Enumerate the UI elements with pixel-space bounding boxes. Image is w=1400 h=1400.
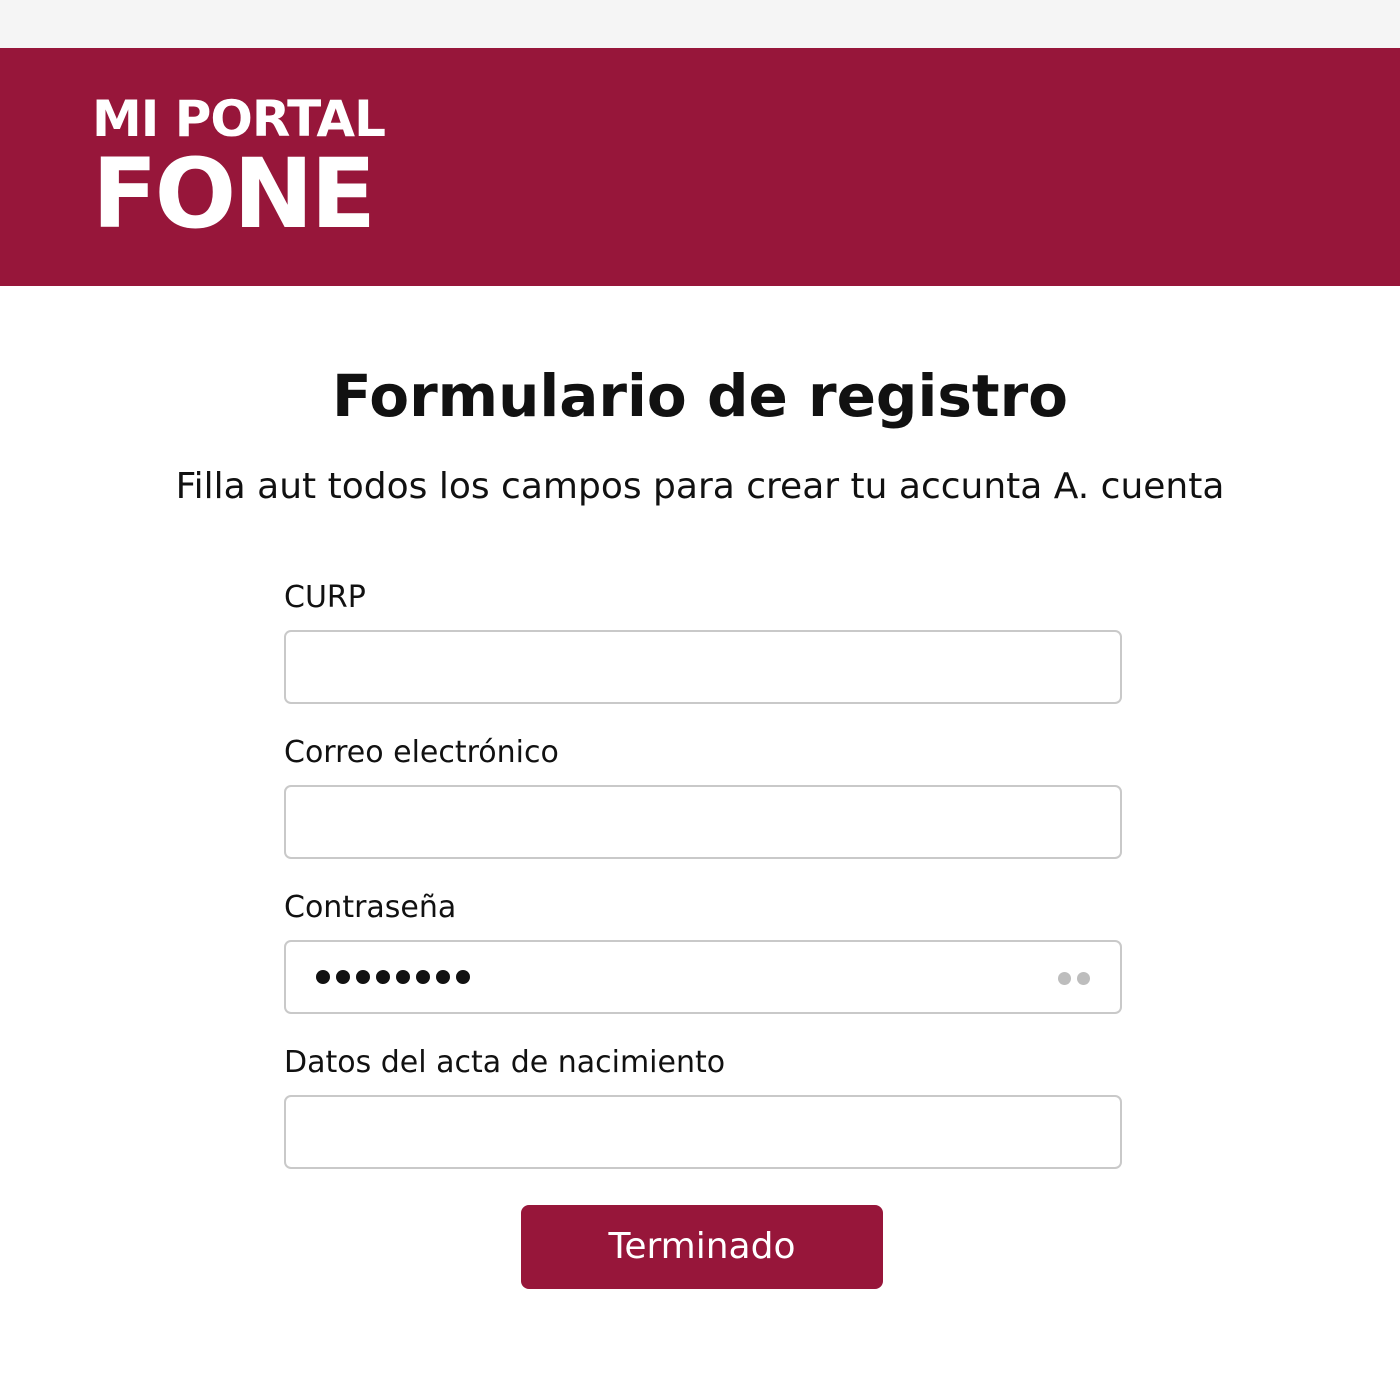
- password-field-group: Contraseña: [284, 886, 1122, 1014]
- password-mask-dot: [376, 970, 390, 984]
- page-title: Formulario de registro: [331, 362, 1069, 430]
- password-mask-dot: [336, 970, 350, 984]
- logo-line-1: MI PORTAL: [92, 90, 386, 148]
- logo-line-2: FONE: [92, 138, 376, 250]
- curp-input[interactable]: [284, 630, 1122, 704]
- registration-form: CURP Correo electrónico Contraseña Datos…: [284, 576, 1122, 1196]
- password-mask-dot: [456, 970, 470, 984]
- password-mask-dot: [356, 970, 370, 984]
- browser-top-strip: [0, 0, 1400, 48]
- birth-certificate-field-group: Datos del acta de nacimiento: [284, 1041, 1122, 1169]
- submit-button[interactable]: Terminado: [521, 1205, 883, 1289]
- page-subtitle: Filla aut todos los campos para crear tu…: [175, 466, 1225, 507]
- password-mask-dot: [436, 970, 450, 984]
- email-input[interactable]: [284, 785, 1122, 859]
- eye-toggle-dot: [1077, 972, 1090, 985]
- portal-logo[interactable]: MI PORTAL FONE: [92, 90, 386, 250]
- password-mask-dot: [416, 970, 430, 984]
- curp-field-group: CURP: [284, 576, 1122, 704]
- password-mask-dot: [316, 970, 330, 984]
- birth-certificate-input[interactable]: [284, 1095, 1122, 1169]
- eye-toggle-icon[interactable]: [1058, 972, 1090, 985]
- email-label: Correo electrónico: [284, 735, 559, 770]
- password-input[interactable]: [284, 940, 1122, 1014]
- eye-toggle-dot: [1058, 972, 1071, 985]
- password-label: Contraseña: [284, 890, 457, 925]
- password-mask: [316, 970, 470, 984]
- birth-certificate-label: Datos del acta de nacimiento: [284, 1045, 726, 1080]
- curp-label: CURP: [284, 580, 366, 615]
- password-mask-dot: [396, 970, 410, 984]
- site-header: MI PORTAL FONE: [0, 48, 1400, 286]
- email-field-group: Correo electrónico: [284, 731, 1122, 859]
